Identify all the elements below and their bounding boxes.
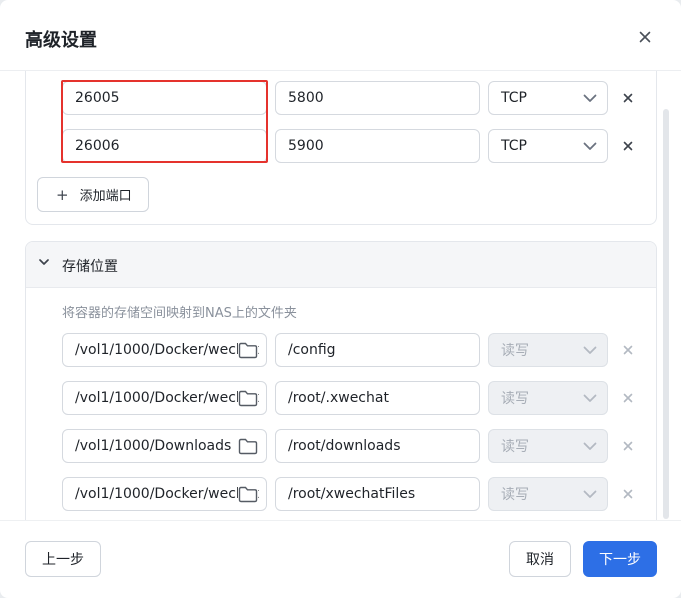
container-path-value: /root/.xwechat [288,390,389,406]
next-step-button[interactable]: 下一步 [583,541,657,577]
container-port-input[interactable]: 5800 [275,81,480,115]
mount-mode-value: 读写 [501,391,529,407]
mount-mode-select: 读写 [488,429,608,463]
remove-storage-button [621,343,635,357]
protocol-select[interactable]: TCP [488,129,608,163]
host-path-input[interactable]: /vol1/1000/Docker/wechat [62,477,267,511]
chevron-down-icon [583,490,597,498]
folder-icon[interactable] [238,342,258,359]
container-path-input[interactable]: /config [275,333,480,367]
container-port-value: 5800 [288,90,324,106]
storage-section-header[interactable]: 存储位置 [26,242,656,288]
host-path-value: /vol1/1000/Docker/wechat [75,342,259,358]
folder-icon[interactable] [238,390,258,407]
add-port-label: 添加端口 [79,189,132,204]
remove-storage-button [621,487,635,501]
chevron-down-icon [583,394,597,402]
mount-mode-value: 读写 [501,487,529,503]
mount-mode-value: 读写 [501,343,529,359]
close-icon [623,441,633,451]
host-path-value: /vol1/1000/Docker/wechat [75,390,259,406]
cancel-button[interactable]: 取消 [509,541,571,577]
remove-port-button[interactable] [621,91,635,105]
chevron-down-icon [583,346,597,354]
protocol-value: TCP [501,138,527,154]
container-path-input[interactable]: /root/xwechatFiles [275,477,480,511]
mount-mode-select: 读写 [488,381,608,415]
remove-storage-button [621,391,635,405]
close-icon [623,93,633,103]
chevron-down-icon [583,442,597,450]
dialog-title: 高级设置 [25,30,97,51]
mount-mode-select: 读写 [488,333,608,367]
host-port-input[interactable]: 26005 [62,81,267,115]
chevron-down-icon [583,142,597,150]
close-icon [639,31,651,43]
plus-icon: + [56,185,69,204]
prev-step-button[interactable]: 上一步 [25,541,101,577]
mount-mode-select: 读写 [488,477,608,511]
folder-icon[interactable] [238,438,258,455]
storage-description: 将容器的存储空间映射到NAS上的文件夹 [62,306,297,321]
container-path-input[interactable]: /root/.xwechat [275,381,480,415]
storage-section-title: 存储位置 [62,259,118,275]
protocol-select[interactable]: TCP [488,81,608,115]
container-port-input[interactable]: 5900 [275,129,480,163]
container-path-value: /root/xwechatFiles [288,486,416,502]
host-path-value: /vol1/1000/Downloads [75,438,232,454]
protocol-value: TCP [501,90,527,106]
scrollbar[interactable] [663,109,669,519]
host-path-input[interactable]: /vol1/1000/Docker/wechat [62,333,267,367]
host-path-input[interactable]: /vol1/1000/Docker/wechat [62,381,267,415]
close-icon [623,345,633,355]
remove-port-button[interactable] [621,139,635,153]
host-port-input[interactable]: 26006 [62,129,267,163]
container-path-input[interactable]: /root/downloads [275,429,480,463]
host-port-value: 26006 [75,138,120,154]
close-icon [623,393,633,403]
close-button[interactable] [636,28,654,46]
footer-divider [0,520,681,521]
close-icon [623,141,633,151]
remove-storage-button [621,439,635,453]
chevron-down-icon[interactable] [39,259,49,266]
mount-mode-value: 读写 [501,439,529,455]
container-path-value: /root/downloads [288,438,401,454]
container-port-value: 5900 [288,138,324,154]
advanced-settings-dialog: 高级设置 26005 5800 TCP 26006 5900 TCP + 添加端… [0,0,681,598]
container-path-value: /config [288,342,336,358]
host-port-value: 26005 [75,90,120,106]
add-port-button[interactable]: + 添加端口 [37,177,149,212]
folder-icon[interactable] [238,486,258,503]
close-icon [623,489,633,499]
host-path-input[interactable]: /vol1/1000/Downloads [62,429,267,463]
host-path-value: /vol1/1000/Docker/wechat [75,486,259,502]
settings-scroll-area[interactable]: 26005 5800 TCP 26006 5900 TCP + 添加端口 存储位… [0,71,681,520]
chevron-down-icon [583,94,597,102]
